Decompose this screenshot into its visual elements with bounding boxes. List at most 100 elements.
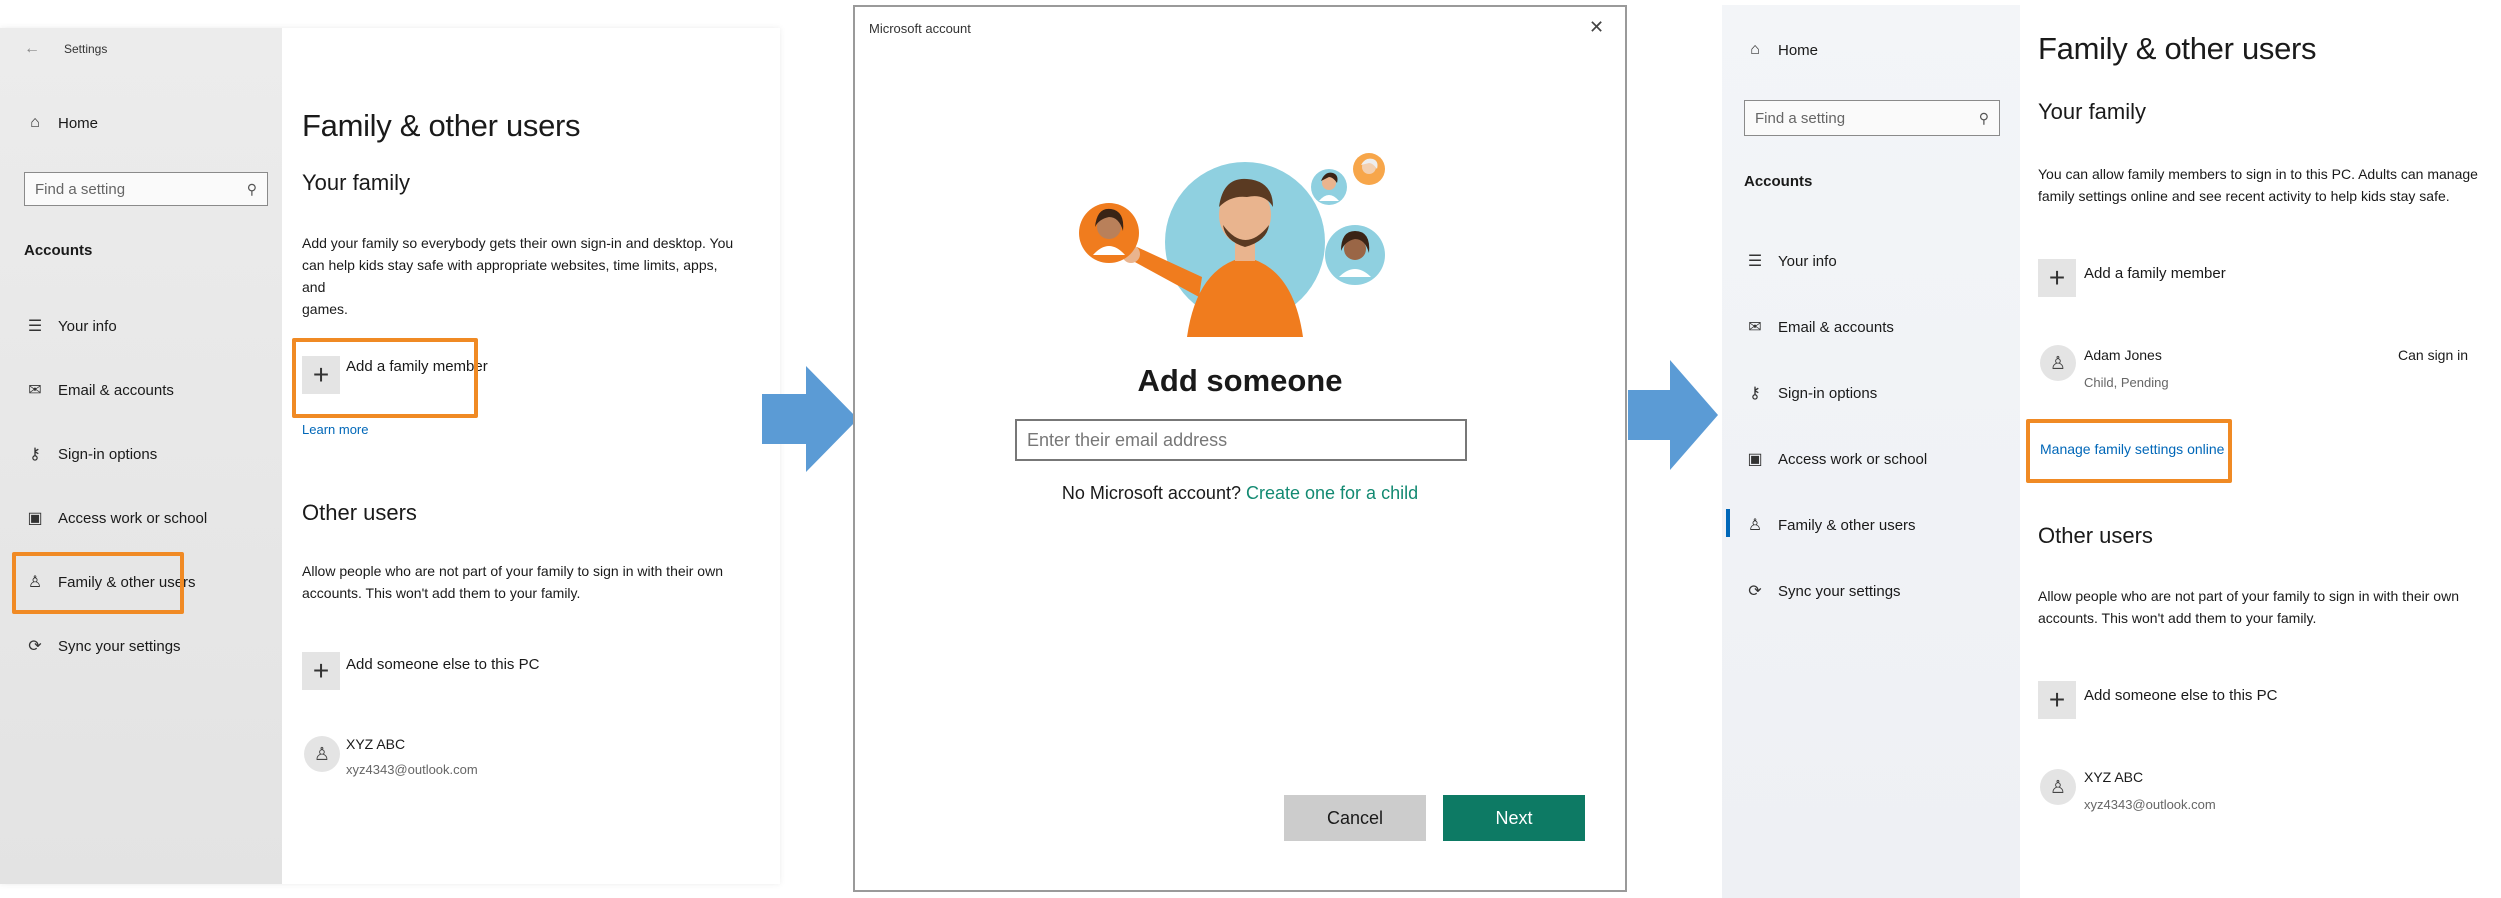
member-name[interactable]: Adam Jones (2084, 347, 2162, 363)
nav-sign-in-options[interactable]: ⚷ Sign-in options (24, 444, 157, 464)
nav-email-accounts[interactable]: ✉ Email & accounts (1744, 317, 1894, 337)
other-users-desc-line1: Allow people who are not part of your fa… (2038, 588, 2459, 604)
search-icon: ⚲ (1978, 109, 1989, 126)
other-users-desc-line2: accounts. This won't add them to your fa… (2038, 610, 2317, 626)
add-family-member-button[interactable]: + (2038, 259, 2076, 297)
nav-sync-settings[interactable]: ⟳ Sync your settings (24, 636, 180, 656)
search-input[interactable]: Find a setting ⚲ (24, 172, 268, 206)
nav-sign-in-options[interactable]: ⚷ Sign-in options (1744, 383, 1877, 403)
other-users-desc-line1: Allow people who are not part of your fa… (302, 563, 723, 579)
email-input[interactable]: Enter their email address (1015, 419, 1467, 461)
add-someone-else-label[interactable]: Add someone else to this PC (2084, 687, 2277, 704)
add-someone-else-label[interactable]: Add someone else to this PC (346, 656, 539, 673)
window-title: Settings (64, 42, 108, 56)
nav-sign-in-options-label: Sign-in options (58, 445, 158, 463)
user-avatar: ♙ (2040, 769, 2076, 805)
nav-home-label: Home (58, 114, 99, 132)
search-input[interactable]: Find a setting ⚲ (1744, 100, 2000, 136)
person-icon: ♙ (2049, 776, 2067, 797)
user-name[interactable]: XYZ ABC (2084, 769, 2143, 785)
nav-your-info-label: Your info (58, 317, 117, 335)
other-users-heading: Other users (2038, 523, 2153, 548)
nav-sync-label: Sync your settings (1778, 582, 1901, 600)
nav-email-accounts-label: Email & accounts (1778, 318, 1894, 336)
member-avatar: ♙ (2040, 345, 2076, 381)
sync-icon: ⟳ (1748, 583, 1762, 600)
nav-family-other-users[interactable]: ♙ Family & other users (1744, 515, 1916, 535)
nav-home[interactable]: ⌂ Home (1744, 41, 1818, 59)
other-users-desc-line2: accounts. This won't add them to your fa… (302, 585, 581, 601)
your-family-desc-line1: You can allow family members to sign in … (2038, 166, 2478, 182)
no-account-text: No Microsoft account? (1061, 483, 1241, 503)
add-family-member-label[interactable]: Add a family member (2084, 265, 2226, 282)
user-avatar: ♙ (304, 736, 340, 772)
user-email: xyz4343@outlook.com (2084, 797, 2216, 812)
microsoft-account-dialog: Microsoft account ✕ Add someone Enter th… (853, 5, 1627, 892)
back-arrow-icon[interactable]: ← (24, 40, 40, 58)
dialog-heading: Add someone (1137, 363, 1343, 398)
create-child-link[interactable]: Create one for a child (1246, 483, 1418, 503)
nav-email-accounts[interactable]: ✉ Email & accounts (24, 380, 174, 400)
cancel-label: Cancel (1326, 807, 1384, 828)
your-family-desc: You can allow family members to sign in … (2038, 163, 2488, 207)
add-someone-else-button[interactable]: + (2038, 681, 2076, 719)
briefcase-icon: ▣ (27, 510, 43, 527)
next-button[interactable]: Next (1443, 795, 1585, 841)
page-title: Family & other users (302, 108, 581, 143)
flow-arrow-icon (762, 366, 858, 472)
home-icon: ⌂ (30, 114, 40, 131)
nav-family-label: Family & other users (1778, 516, 1916, 534)
search-placeholder: Find a setting (1755, 109, 1846, 127)
key-icon: ⚷ (1749, 385, 1761, 402)
sync-icon: ⟳ (28, 638, 42, 655)
settings-content: Family & other users Your family You can… (2020, 5, 2501, 898)
nav-access-work-label: Access work or school (1778, 450, 1928, 468)
member-sign-in-status: Can sign in (2398, 347, 2469, 363)
settings-sidebar: ← Settings ⌂ Home Find a setting ⚲ Accou… (0, 28, 282, 884)
nav-access-work-label: Access work or school (58, 509, 208, 527)
cancel-button[interactable]: Cancel (1284, 795, 1426, 841)
add-someone-else-button[interactable]: + (302, 652, 340, 690)
page-title: Family & other users (2038, 31, 2317, 66)
selected-indicator (1726, 509, 1730, 537)
highlight-manage-link (2026, 419, 2232, 483)
highlight-add-family (292, 338, 478, 418)
settings-content: Family & other users Your family Add you… (282, 28, 755, 884)
contact-card-icon: ☰ (27, 318, 43, 335)
nav-access-work[interactable]: ▣ Access work or school (24, 508, 207, 528)
home-icon: ⌂ (1750, 41, 1760, 58)
nav-email-accounts-label: Email & accounts (58, 381, 174, 399)
email-placeholder: Enter their email address (1027, 429, 1228, 450)
close-icon[interactable]: ✕ (1589, 17, 1604, 38)
nav-your-info[interactable]: ☰ Your info (1744, 251, 1837, 271)
briefcase-icon: ▣ (1747, 451, 1763, 468)
next-label: Next (1495, 807, 1533, 828)
contact-card-icon: ☰ (1747, 253, 1763, 270)
your-family-heading: Your family (2038, 99, 2147, 124)
flow-arrow-icon (1628, 360, 1718, 470)
nav-home[interactable]: ⌂ Home (24, 114, 98, 132)
person-icon: ♙ (2049, 352, 2067, 373)
nav-sync-settings[interactable]: ⟳ Sync your settings (1744, 581, 1901, 601)
other-users-heading: Other users (302, 500, 417, 525)
mail-icon: ✉ (1748, 319, 1762, 336)
user-name[interactable]: XYZ ABC (346, 736, 405, 752)
search-icon: ⚲ (246, 180, 257, 197)
learn-more-link[interactable]: Learn more (302, 422, 368, 437)
your-family-desc-line2: family settings online and see recent ac… (2038, 188, 2450, 204)
family-illustration (1079, 153, 1385, 337)
settings-sidebar: ⌂ Home Find a setting ⚲ Accounts ☰ Your … (1722, 5, 2020, 898)
nav-your-info[interactable]: ☰ Your info (24, 316, 117, 336)
user-email: xyz4343@outlook.com (346, 762, 478, 777)
nav-access-work[interactable]: ▣ Access work or school (1744, 449, 1927, 469)
plus-icon: + (312, 655, 330, 686)
your-family-desc: Add your family so everybody gets their … (302, 232, 742, 320)
member-status: Child, Pending (2084, 375, 2169, 390)
section-label: Accounts (1744, 173, 1813, 190)
your-family-desc-line3: games. (302, 301, 348, 317)
nav-home-label: Home (1778, 41, 1819, 59)
your-family-heading: Your family (302, 170, 411, 195)
search-placeholder: Find a setting (35, 180, 126, 198)
your-family-desc-line2: can help kids stay safe with appropriate… (302, 257, 718, 295)
nav-your-info-label: Your info (1778, 252, 1837, 270)
